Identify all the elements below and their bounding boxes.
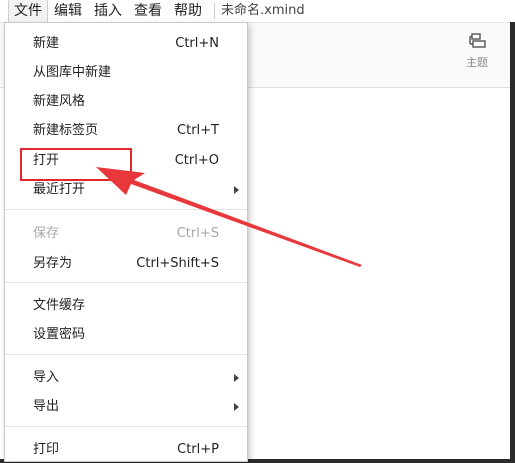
menu-separator [5,282,247,283]
menu-item-label: 导入 [33,370,60,385]
menu-separator [5,209,247,210]
menu-item-set-password[interactable]: 设置密码 [5,322,247,348]
menu-item-shortcut: Ctrl+S [176,226,219,241]
submenu-arrow-icon [234,374,239,382]
document-title: 未命名.xmind [214,3,305,19]
menu-item-save[interactable]: 保存 Ctrl+S [5,221,247,247]
menu-item-label: 打印 [33,442,60,457]
theme-button[interactable]: 主题 [452,31,502,79]
menu-item-label: 文件缓存 [33,298,86,313]
theme-label: 主题 [466,56,488,69]
menu-item-label: 导出 [33,399,60,414]
submenu-arrow-icon [234,186,239,194]
menu-item-import[interactable]: 导入 [5,365,247,391]
menu-item-label: 从图库中新建 [33,65,112,80]
menu-item-shortcut: Ctrl+O [174,153,219,168]
menu-item-label: 新建风格 [33,94,86,109]
menu-separator [5,426,247,427]
menu-item-label: 新建 [33,36,60,51]
menu-item-save-as[interactable]: 另存为 Ctrl+Shift+S [5,251,247,277]
menu-item-label: 新建标签页 [33,123,99,138]
menu-item-label: 设置密码 [33,327,86,342]
menu-item-print[interactable]: 打印 Ctrl+P [5,437,247,461]
menu-view[interactable]: 查看 [128,0,168,22]
menu-help[interactable]: 帮助 [168,0,208,22]
menu-item-shortcut: Ctrl+N [175,36,219,51]
menu-item-new-style[interactable]: 新建风格 [5,89,247,115]
menu-insert[interactable]: 插入 [88,0,128,22]
screen: 主题 文件 编辑 插入 查看 帮助 未命名.xmind 新建 Ctrl+N 从图… [0,0,515,463]
menu-item-new-from-gallery[interactable]: 从图库中新建 [5,60,247,86]
window-frame-right [510,22,515,463]
menu-bar: 文件 编辑 插入 查看 帮助 未命名.xmind [0,0,515,22]
menu-item-new-tab[interactable]: 新建标签页 Ctrl+T [5,118,247,144]
annotation-highlight-box [20,148,132,181]
theme-icon [469,33,486,48]
menu-item-new[interactable]: 新建 Ctrl+N [5,31,247,57]
menu-item-shortcut: Ctrl+Shift+S [136,256,219,271]
menu-file[interactable]: 文件 [8,0,48,22]
menu-item-shortcut: Ctrl+T [177,123,219,138]
menu-item-shortcut: Ctrl+P [177,442,219,457]
menu-item-label: 另存为 [33,256,73,271]
menu-item-label: 保存 [33,226,60,241]
menu-separator [5,354,247,355]
menu-edit[interactable]: 编辑 [48,0,88,22]
menu-item-file-cache[interactable]: 文件缓存 [5,293,247,319]
menu-item-export[interactable]: 导出 [5,394,247,420]
file-menu-dropdown: 新建 Ctrl+N 从图库中新建 新建风格 新建标签页 Ctrl+T 打开 Ct… [4,22,248,462]
submenu-arrow-icon [234,403,239,411]
